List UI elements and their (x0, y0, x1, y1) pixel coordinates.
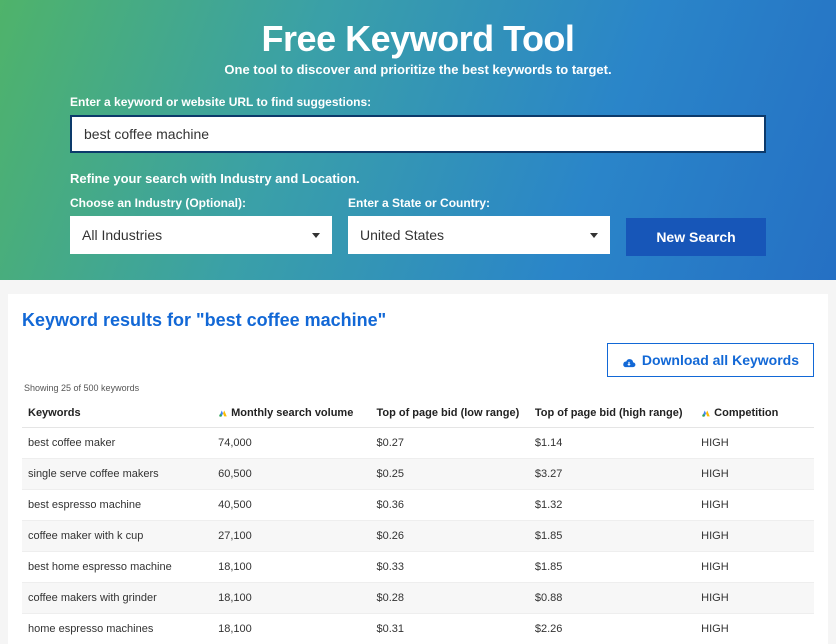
table-row[interactable]: best home espresso machine18,100$0.33$1.… (22, 552, 814, 583)
location-select[interactable]: United States (348, 216, 610, 254)
cell-low: $0.33 (370, 552, 528, 583)
cell-high: $0.88 (529, 583, 695, 614)
cell-kw: single serve coffee makers (22, 459, 212, 490)
table-row[interactable]: best espresso machine40,500$0.36$1.32HIG… (22, 490, 814, 521)
cell-kw: best coffee maker (22, 428, 212, 459)
col-competition[interactable]: Competition (695, 399, 814, 428)
table-row[interactable]: home espresso machines18,100$0.31$2.26HI… (22, 614, 814, 644)
keyword-input[interactable] (70, 115, 766, 153)
page-subtitle: One tool to discover and prioritize the … (70, 62, 766, 77)
cell-vol: 18,100 (212, 614, 370, 644)
col-volume[interactable]: Monthly search volume (212, 399, 370, 428)
industry-value: All Industries (82, 227, 162, 243)
download-button-label: Download all Keywords (642, 352, 799, 368)
cell-comp: HIGH (695, 552, 814, 583)
cell-comp: HIGH (695, 459, 814, 490)
chevron-down-icon (590, 233, 598, 238)
table-row[interactable]: best coffee maker74,000$0.27$1.14HIGH (22, 428, 814, 459)
cell-comp: HIGH (695, 490, 814, 521)
cell-low: $0.28 (370, 583, 528, 614)
cell-comp: HIGH (695, 614, 814, 644)
cell-kw: best home espresso machine (22, 552, 212, 583)
cell-low: $0.36 (370, 490, 528, 521)
search-input-label: Enter a keyword or website URL to find s… (70, 95, 766, 109)
chevron-down-icon (312, 233, 320, 238)
cell-vol: 40,500 (212, 490, 370, 521)
cell-vol: 18,100 (212, 552, 370, 583)
refine-label: Refine your search with Industry and Loc… (70, 171, 766, 186)
cell-high: $3.27 (529, 459, 695, 490)
cell-vol: 74,000 (212, 428, 370, 459)
cell-low: $0.25 (370, 459, 528, 490)
cell-kw: coffee maker with k cup (22, 521, 212, 552)
cell-kw: home espresso machines (22, 614, 212, 644)
new-search-button[interactable]: New Search (626, 218, 766, 256)
cell-low: $0.27 (370, 428, 528, 459)
cell-vol: 60,500 (212, 459, 370, 490)
col-bid-low[interactable]: Top of page bid (low range) (370, 399, 528, 428)
google-ads-icon (701, 408, 711, 418)
cell-high: $1.32 (529, 490, 695, 521)
cell-comp: HIGH (695, 583, 814, 614)
cell-kw: coffee makers with grinder (22, 583, 212, 614)
google-ads-icon (218, 408, 228, 418)
cell-low: $0.26 (370, 521, 528, 552)
hero-section: Free Keyword Tool One tool to discover a… (0, 0, 836, 280)
col-bid-high[interactable]: Top of page bid (high range) (529, 399, 695, 428)
cell-high: $1.14 (529, 428, 695, 459)
table-row[interactable]: single serve coffee makers60,500$0.25$3.… (22, 459, 814, 490)
table-row[interactable]: coffee makers with grinder18,100$0.28$0.… (22, 583, 814, 614)
cell-kw: best espresso machine (22, 490, 212, 521)
page-title: Free Keyword Tool (70, 18, 766, 60)
cell-low: $0.31 (370, 614, 528, 644)
location-value: United States (360, 227, 444, 243)
cloud-download-icon (622, 355, 636, 365)
cell-comp: HIGH (695, 521, 814, 552)
col-keywords[interactable]: Keywords (22, 399, 212, 428)
industry-select[interactable]: All Industries (70, 216, 332, 254)
results-title: Keyword results for "best coffee machine… (22, 310, 814, 331)
showing-count: Showing 25 of 500 keywords (24, 383, 814, 393)
download-keywords-button[interactable]: Download all Keywords (607, 343, 814, 377)
results-table: Keywords Monthly search volume Top of pa… (22, 399, 814, 644)
industry-label: Choose an Industry (Optional): (70, 196, 332, 210)
cell-vol: 18,100 (212, 583, 370, 614)
table-row[interactable]: coffee maker with k cup27,100$0.26$1.85H… (22, 521, 814, 552)
cell-high: $1.85 (529, 552, 695, 583)
cell-high: $1.85 (529, 521, 695, 552)
results-card: Keyword results for "best coffee machine… (8, 294, 828, 644)
cell-comp: HIGH (695, 428, 814, 459)
cell-vol: 27,100 (212, 521, 370, 552)
cell-high: $2.26 (529, 614, 695, 644)
location-label: Enter a State or Country: (348, 196, 610, 210)
